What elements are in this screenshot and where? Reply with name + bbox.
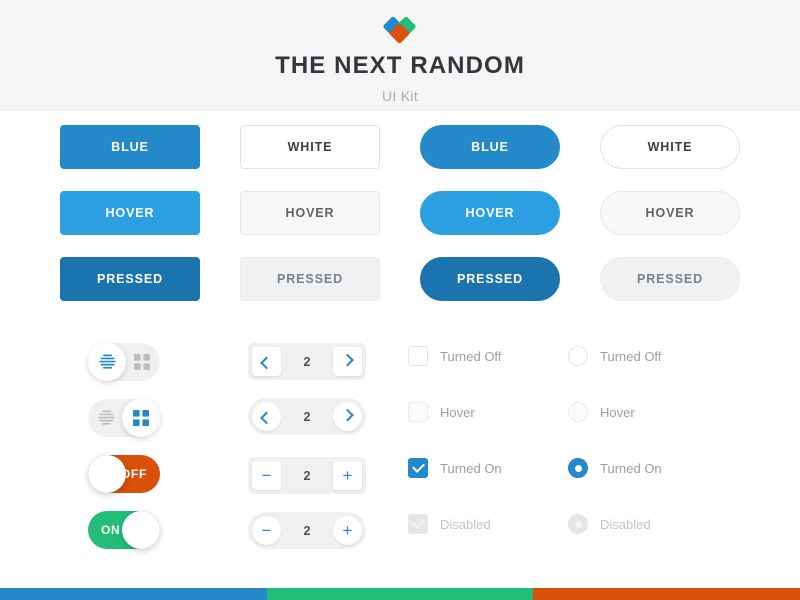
radio-column: Turned Off Hover Turned On Disabled [568, 345, 728, 535]
radio-label: Turned On [600, 460, 662, 476]
checkbox-icon [408, 514, 428, 534]
checkbox-hover[interactable]: Hover [408, 401, 568, 423]
stepper-plusminus-round[interactable]: − 2 + [248, 512, 366, 549]
heart-diamonds-logo-icon [383, 16, 417, 48]
stepper-value: 2 [303, 354, 311, 369]
button-square-blue-normal[interactable]: BLUE [60, 125, 200, 169]
button-square-white-hover[interactable]: HOVER [240, 191, 380, 235]
stepper-prev-button[interactable] [252, 347, 281, 376]
button-round-blue-hover[interactable]: HOVER [420, 191, 560, 235]
button-round-white-normal[interactable]: WHITE [600, 125, 740, 169]
button-square-blue-hover[interactable]: HOVER [60, 191, 200, 235]
stripe-blue [0, 588, 267, 600]
checkbox-icon[interactable] [408, 346, 428, 366]
button-showcase: BLUE WHITE BLUE WHITE HOVER HOVER HOVER … [0, 125, 800, 323]
grid-squares-icon [134, 354, 150, 370]
stepper-next-button[interactable] [333, 347, 362, 376]
stripe-green [267, 588, 533, 600]
plus-icon: + [342, 521, 353, 540]
minus-icon: − [261, 466, 272, 485]
checkbox-label: Turned Off [440, 348, 502, 364]
stepper-increment-button[interactable]: + [333, 461, 362, 490]
chevron-right-icon [341, 408, 354, 422]
plus-icon: + [342, 466, 353, 485]
minus-icon: − [261, 521, 272, 540]
chevron-left-icon [260, 356, 273, 370]
stepper-decrement-button[interactable]: − [252, 461, 281, 490]
radio-label: Hover [600, 404, 635, 420]
view-toggle-list-slot[interactable] [88, 399, 124, 437]
radio-icon[interactable] [568, 346, 588, 366]
radio-icon[interactable] [568, 458, 588, 478]
page-subtitle: UI Kit [381, 88, 419, 104]
radio-hover[interactable]: Hover [568, 401, 728, 423]
list-lines-icon [98, 354, 116, 369]
checkbox-label: Turned On [440, 460, 502, 476]
stepper-prev-button[interactable] [252, 402, 281, 431]
toggles-column: OFF ON [88, 343, 218, 549]
radio-label: Disabled [600, 516, 651, 532]
switch-on-knob[interactable] [122, 511, 160, 549]
view-toggle-knob-grid[interactable] [122, 399, 160, 437]
view-toggle-grid-active[interactable] [88, 399, 160, 437]
stepper-chevron-square[interactable]: 2 [248, 343, 366, 380]
switch-off-knob[interactable] [88, 455, 126, 493]
button-round-white-pressed[interactable]: PRESSED [600, 257, 740, 301]
button-square-white-normal[interactable]: WHITE [240, 125, 380, 169]
checkbox-turned-off[interactable]: Turned Off [408, 345, 568, 367]
check-icon [412, 516, 425, 529]
checkbox-turned-on[interactable]: Turned On [408, 457, 568, 479]
button-round-blue-pressed[interactable]: PRESSED [420, 257, 560, 301]
radio-label: Turned Off [600, 348, 662, 364]
stepper-increment-button[interactable]: + [333, 516, 362, 545]
stepper-plusminus-square[interactable]: − 2 + [248, 457, 366, 494]
radio-disabled: Disabled [568, 513, 728, 535]
button-round-white-hover[interactable]: HOVER [600, 191, 740, 235]
button-row-pressed: PRESSED PRESSED PRESSED PRESSED [0, 257, 800, 301]
radio-turned-off[interactable]: Turned Off [568, 345, 728, 367]
stepper-value: 2 [303, 523, 311, 538]
grid-squares-icon [133, 410, 149, 426]
checkbox-label: Disabled [440, 516, 491, 532]
stepper-value: 2 [303, 468, 311, 483]
stepper-decrement-button[interactable]: − [252, 516, 281, 545]
checkbox-icon[interactable] [408, 402, 428, 422]
view-toggle-knob-list[interactable] [88, 343, 126, 381]
view-toggle-grid-slot[interactable] [124, 343, 160, 381]
stepper-chevron-round[interactable]: 2 [248, 398, 366, 435]
chevron-left-icon [260, 411, 273, 425]
checkbox-label: Hover [440, 404, 475, 420]
stepper-value: 2 [303, 409, 311, 424]
page-title: THE NEXT RANDOM [275, 52, 525, 79]
footer-color-stripe [0, 588, 800, 600]
list-lines-icon [97, 410, 115, 425]
button-row-normal: BLUE WHITE BLUE WHITE [0, 125, 800, 169]
radio-turned-on[interactable]: Turned On [568, 457, 728, 479]
checkbox-disabled: Disabled [408, 513, 568, 535]
ui-kit-page: THE NEXT RANDOM UI Kit BLUE WHITE BLUE W… [0, 0, 800, 600]
checkbox-icon[interactable] [408, 458, 428, 478]
chevron-right-icon [341, 353, 354, 367]
check-icon [412, 460, 425, 473]
controls-showcase: OFF ON 2 2 − 2 + − 2 + Turned Off Hover … [0, 335, 800, 570]
steppers-column: 2 2 − 2 + − 2 + [248, 343, 368, 549]
stripe-orange [533, 588, 800, 600]
button-square-blue-pressed[interactable]: PRESSED [60, 257, 200, 301]
stepper-next-button[interactable] [333, 402, 362, 431]
view-toggle-list-active[interactable] [88, 343, 160, 381]
radio-icon [568, 514, 588, 534]
radio-dot-icon [574, 464, 582, 472]
checkbox-column: Turned Off Hover Turned On Disabled [408, 345, 568, 535]
radio-icon[interactable] [568, 402, 588, 422]
switch-on[interactable]: ON [88, 511, 160, 549]
button-round-blue-normal[interactable]: BLUE [420, 125, 560, 169]
switch-off[interactable]: OFF [88, 455, 160, 493]
page-header: THE NEXT RANDOM UI Kit [0, 0, 800, 110]
button-row-hover: HOVER HOVER HOVER HOVER [0, 191, 800, 235]
button-square-white-pressed[interactable]: PRESSED [240, 257, 380, 301]
radio-dot-icon [574, 520, 582, 528]
